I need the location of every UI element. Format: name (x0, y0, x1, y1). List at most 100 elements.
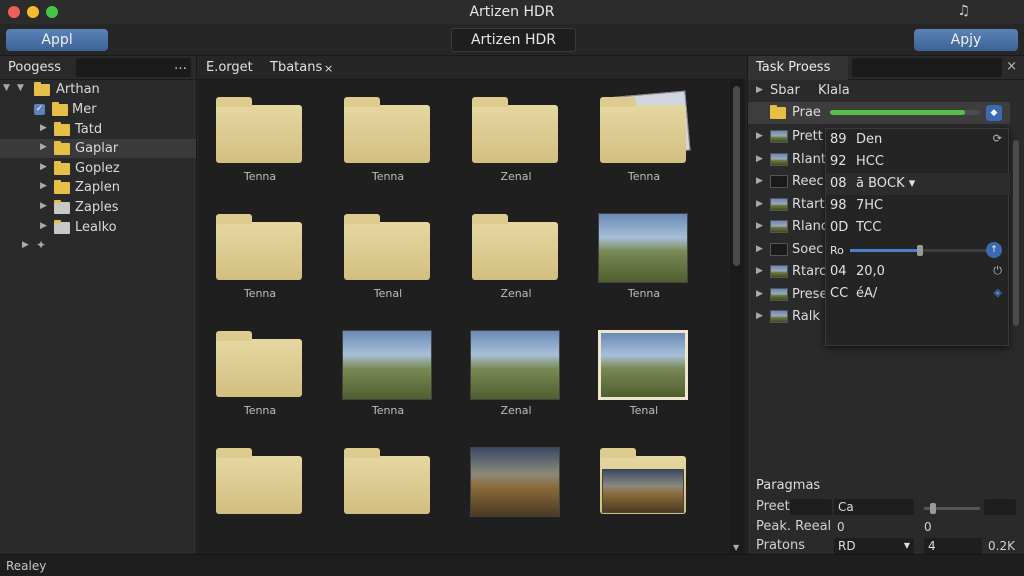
chevron-right-icon[interactable]: ▶ (756, 289, 763, 299)
tree-item[interactable]: ✓ Mer (0, 100, 196, 119)
task-search-input[interactable] (852, 58, 1002, 77)
window-title: Artizen HDR (469, 4, 555, 20)
chevron-right-icon[interactable]: ▶ (40, 142, 47, 152)
tree-item[interactable]: ▶ Goplez (0, 159, 196, 178)
task-label: Prett (792, 129, 823, 144)
popover-text: HCC (856, 154, 884, 169)
tree-item-selected[interactable]: ▶ Gaplar (0, 139, 196, 158)
tree-item-label: Tatd (75, 122, 103, 137)
grid-item[interactable]: Tenna (594, 197, 694, 307)
chevron-right-icon[interactable]: ▶ (22, 240, 29, 250)
close-icon[interactable]: × (1006, 59, 1017, 74)
chevron-right-icon[interactable]: ▶ (756, 244, 763, 254)
folder-icon (54, 180, 70, 194)
grid-item[interactable]: Zenal (466, 80, 566, 190)
chevron-right-icon[interactable]: ▶ (40, 162, 47, 172)
arrow-up-icon[interactable]: ↑ (986, 242, 1002, 258)
chevron-right-icon[interactable]: ▶ (756, 221, 763, 231)
popover-row[interactable]: 04 20,0 ⏻ (826, 261, 1010, 283)
tree-item[interactable]: ▼ ▼ Arthan (0, 80, 196, 99)
preset-field[interactable] (790, 499, 832, 515)
chevron-right-icon[interactable]: ▶ (756, 131, 763, 141)
task-group[interactable]: ▶ Sbar Klala (748, 80, 1010, 102)
popover-row[interactable]: 08 ā BOCK ▾ (826, 173, 1010, 195)
grid-item[interactable] (210, 431, 310, 541)
grid-item[interactable]: Tenna (338, 314, 438, 424)
chevron-right-icon[interactable]: ▶ (756, 266, 763, 276)
popover-text: Den (856, 132, 883, 147)
chevron-right-icon[interactable]: ▶ (40, 123, 47, 133)
apply-right-button[interactable]: Apjy (914, 29, 1018, 51)
task-scrollbar[interactable] (1010, 126, 1022, 346)
settings-badge-icon[interactable]: ◆ (986, 105, 1002, 121)
param-number-field[interactable]: 4 (924, 538, 982, 554)
scroll-down-icon[interactable]: ▼ (733, 543, 739, 552)
tree-item[interactable]: ▶ Tatd (0, 120, 196, 139)
tree-item[interactable]: ▶ ✦ (0, 237, 196, 256)
tree-item[interactable]: ▶ Zaples (0, 198, 196, 217)
more-menu-icon[interactable]: … (174, 58, 187, 73)
grid-item-label: Tenal (629, 404, 659, 417)
close-icon[interactable]: × (324, 62, 333, 75)
music-note-icon[interactable]: ♫ (957, 3, 970, 19)
tree-item[interactable]: ▶ Zaplen (0, 178, 196, 197)
chevron-right-icon[interactable]: ▶ (756, 311, 763, 321)
popover-slider-row[interactable]: Ro ↑ (826, 239, 1010, 261)
scrollbar-thumb[interactable] (1013, 140, 1019, 326)
tab-task-process[interactable]: Task Proess (748, 56, 848, 80)
chevron-right-icon[interactable]: ▶ (40, 201, 47, 211)
slider[interactable] (850, 245, 990, 256)
grid-item[interactable] (466, 431, 566, 541)
grid-item[interactable]: Tenna (210, 197, 310, 307)
diamond-icon[interactable]: ◈ (994, 286, 1002, 299)
popover-row[interactable]: 0D TCC (826, 217, 1010, 239)
power-icon[interactable]: ⏻ (993, 264, 1002, 278)
progress-fill (830, 110, 965, 115)
vertical-scrollbar[interactable]: ▼ (730, 80, 744, 554)
chevron-right-icon[interactable]: ▶ (756, 154, 763, 164)
grid-item[interactable]: Tenal (594, 314, 694, 424)
popover-row[interactable]: CC éA/ ◈ (826, 283, 1010, 305)
popover-code: Ro (830, 244, 844, 257)
chevron-right-icon[interactable]: ▶ (756, 176, 763, 186)
chevron-right-icon[interactable]: ▶ (40, 181, 47, 191)
chevron-down-icon[interactable]: ▼ (17, 83, 24, 93)
chevron-right-icon[interactable]: ▶ (756, 85, 763, 95)
checkbox-icon[interactable]: ✓ (34, 104, 45, 115)
tree-item[interactable]: ▶ Lealko (0, 218, 196, 237)
slider-knob[interactable] (917, 245, 923, 256)
popover-row[interactable]: 89 Den ⟳ (826, 129, 1010, 151)
grid-item[interactable]: Tenal (338, 197, 438, 307)
toolbar-title-field: Artizen HDR (451, 28, 576, 52)
popover-row[interactable]: 98 7HC (826, 195, 1010, 217)
chevron-right-icon[interactable]: ▶ (40, 221, 47, 231)
chevron-right-icon[interactable]: ▶ (756, 199, 763, 209)
grid-item[interactable]: Zenal (466, 197, 566, 307)
slider-knob[interactable] (930, 503, 936, 514)
grid-item[interactable] (338, 431, 438, 541)
file-icon (54, 200, 70, 214)
grid-item[interactable]: Tenna (338, 80, 438, 190)
param-slider[interactable] (924, 503, 980, 514)
grid-item[interactable]: Tenna (594, 80, 694, 190)
apply-left-button[interactable]: Appl (6, 29, 108, 51)
param-dropdown[interactable]: RD ▼ (834, 538, 914, 554)
grid-item[interactable]: Tenna (210, 80, 310, 190)
photo-thumbnail (470, 330, 560, 400)
grid-item[interactable]: Tenna (210, 314, 310, 424)
param-value-field[interactable] (984, 499, 1016, 515)
popover-row[interactable]: 92 HCC (826, 151, 1010, 173)
task-thumbnail (770, 130, 788, 143)
grid-item[interactable]: Zenal (466, 314, 566, 424)
preset-row[interactable]: Prae ◆ (748, 102, 1010, 124)
scrollbar-thumb[interactable] (733, 86, 740, 266)
task-label: Soec (792, 241, 824, 257)
tab-forget[interactable]: E.orget (206, 60, 253, 75)
grid-item[interactable] (594, 431, 694, 541)
popover-code: 08 (830, 176, 847, 191)
preset-mode-field[interactable]: Ca (834, 499, 914, 515)
chevron-down-icon[interactable]: ▼ (3, 83, 10, 93)
grid-item-label: Tenna (371, 170, 405, 183)
tab-buttons[interactable]: Tbatans (270, 60, 322, 75)
refresh-icon[interactable]: ⟳ (993, 132, 1002, 145)
